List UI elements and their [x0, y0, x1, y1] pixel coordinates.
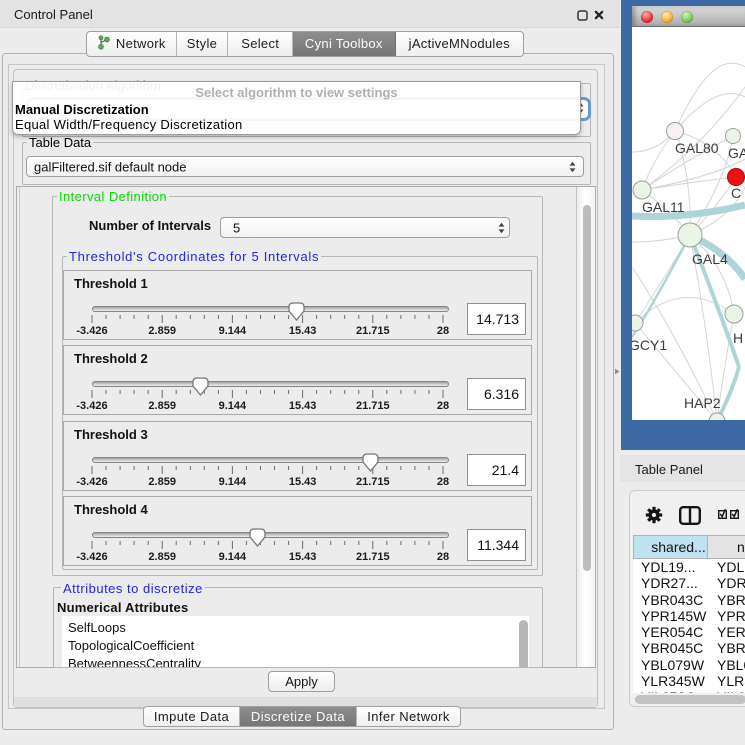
svg-text:HAP2: HAP2	[684, 395, 721, 411]
svg-text:GAL4: GAL4	[692, 251, 728, 267]
svg-text:GCY1: GCY1	[632, 337, 667, 353]
svg-text:GAL80: GAL80	[675, 140, 719, 156]
svg-text:GAL11: GAL11	[642, 199, 685, 215]
svg-text:H: H	[733, 330, 743, 346]
svg-text:GA: GA	[728, 145, 745, 161]
svg-text:C: C	[731, 185, 741, 201]
